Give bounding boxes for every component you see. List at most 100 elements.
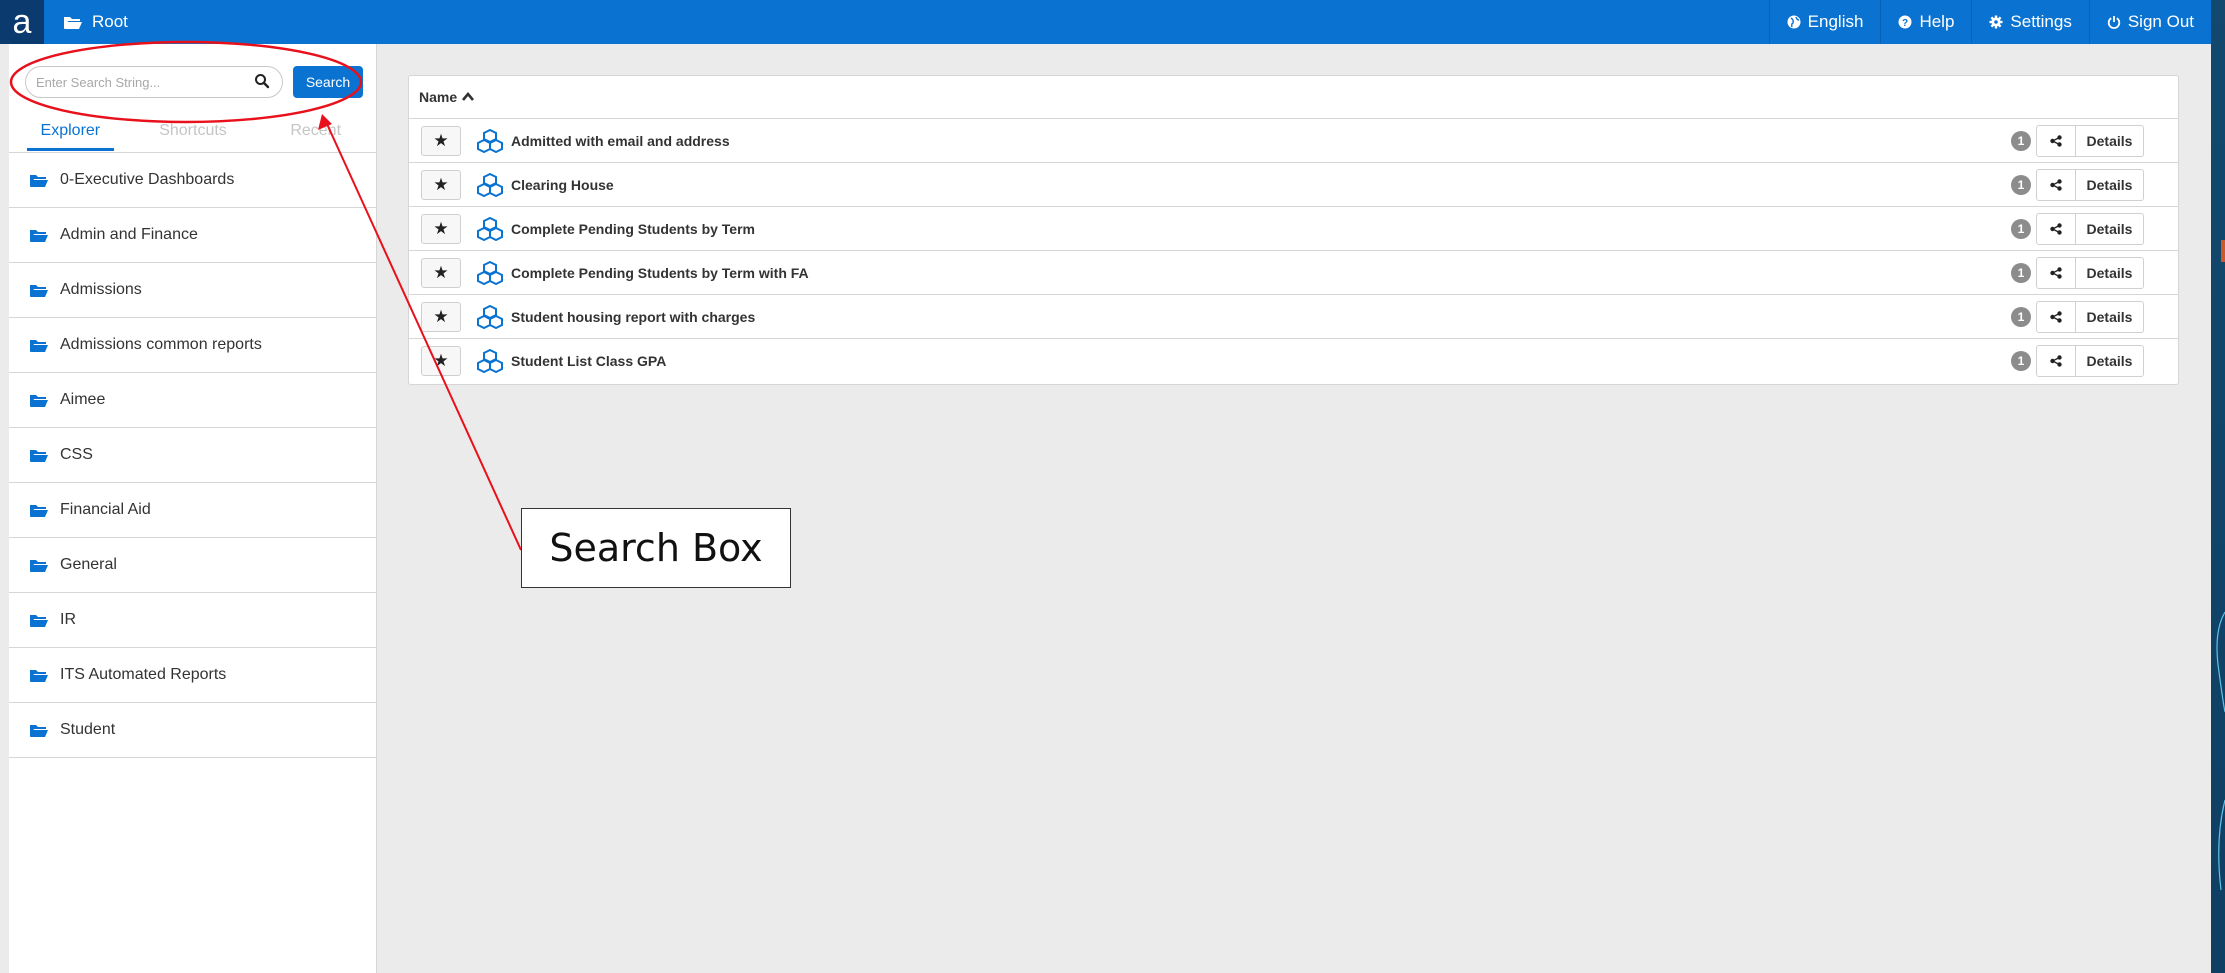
gear-icon [1989,15,2003,29]
folder-item[interactable]: Student [9,703,377,758]
report-name[interactable]: Student housing report with charges [511,309,755,325]
app-logo[interactable]: a [0,0,44,44]
share-icon [2050,267,2062,279]
folder-open-icon [64,17,82,29]
language-label: English [1807,12,1864,31]
folder-open-icon [30,615,48,627]
share-button[interactable] [2036,125,2076,157]
folder-open-icon [30,505,48,517]
tab-explorer-label: Explorer [26,122,115,151]
details-button[interactable]: Details [2076,257,2144,289]
folder-label: Admissions [60,281,142,298]
reports-panel: Name ★ Admitted with email and address 1 De… [408,75,2179,385]
question-icon: ? [1898,15,1912,29]
folder-item[interactable]: ITS Automated Reports [9,648,377,703]
sort-ascending-icon [462,92,475,101]
report-row[interactable]: ★ Admitted with email and address 1 Details [409,119,2178,163]
report-name[interactable]: Student List Class GPA [511,353,666,369]
folder-label: Student [60,721,116,738]
report-row[interactable]: ★ Clearing House 1 Details [409,163,2178,207]
report-row[interactable]: ★ Complete Pending Students by Term with … [409,251,2178,295]
folder-label: Admissions common reports [60,336,262,353]
power-icon [2107,16,2121,29]
folder-label: General [60,556,117,573]
folder-label: ITS Automated Reports [60,666,227,683]
sign-out-label: Sign Out [2127,12,2194,31]
report-actions: 1 Details [2011,301,2144,333]
share-button[interactable] [2036,345,2076,377]
breadcrumb[interactable]: Root [64,12,128,32]
favorite-star-button[interactable]: ★ [421,257,461,288]
version-badge: 1 [2011,263,2031,283]
folder-item[interactable]: 0-Executive Dashboards [9,153,377,208]
folder-item[interactable]: IR [9,593,377,648]
share-button[interactable] [2036,257,2076,289]
details-button[interactable]: Details [2076,125,2144,157]
callout-label: Search Box [549,526,763,570]
version-badge: 1 [2011,307,2031,327]
report-row[interactable]: ★ Complete Pending Students by Term 1 Detai… [409,207,2178,251]
favorite-star-button[interactable]: ★ [421,169,461,200]
report-row[interactable]: ★ Student housing report with charges 1 Det… [409,295,2178,339]
name-column-header[interactable]: Name [409,76,2178,119]
folder-label: Admin and Finance [60,226,198,243]
app-window: a Root English ? Help Settings Sign Out [0,0,2211,973]
report-name[interactable]: Complete Pending Students by Term [511,221,755,237]
tab-shortcuts-label: Shortcuts [159,122,227,139]
favorite-star-button[interactable]: ★ [421,346,461,376]
help-menu[interactable]: ? Help [1880,0,1971,44]
folder-label: CSS [60,446,93,463]
folder-item[interactable]: Admissions common reports [9,318,377,373]
details-button[interactable]: Details [2076,345,2144,377]
star-icon: ★ [433,306,449,326]
star-icon: ★ [433,218,449,238]
share-icon [2050,223,2062,235]
folder-open-icon [30,230,48,242]
report-row[interactable]: ★ Student List Class GPA 1 Details [409,339,2178,383]
breadcrumb-root: Root [92,12,128,31]
folder-item[interactable]: Admissions [9,263,377,318]
folder-open-icon [30,560,48,572]
folder-open-icon [30,395,48,407]
favorite-star-button[interactable]: ★ [421,213,461,244]
report-cubes-icon [477,128,503,153]
favorite-star-button[interactable]: ★ [421,125,461,156]
folder-item[interactable]: Financial Aid [9,483,377,538]
report-actions: 1 Details [2011,257,2144,289]
help-label: Help [1919,12,1955,31]
report-name[interactable]: Clearing House [511,177,614,193]
report-list: ★ Admitted with email and address 1 Details… [409,119,2178,383]
star-icon: ★ [433,130,449,150]
folder-item[interactable]: CSS [9,428,377,483]
top-navbar: a Root English ? Help Settings Sign Out [0,0,2211,44]
favorite-star-button[interactable]: ★ [421,301,461,332]
language-menu[interactable]: English [1768,0,1881,44]
folder-item[interactable]: Admin and Finance [9,208,377,263]
report-cubes-icon [477,172,503,197]
report-name[interactable]: Complete Pending Students by Term with F… [511,265,809,281]
details-button[interactable]: Details [2076,169,2144,201]
report-cubes-icon [477,304,503,329]
sign-out-menu[interactable]: Sign Out [2088,0,2211,44]
share-button[interactable] [2036,213,2076,245]
folder-list: 0-Executive Dashboards Admin and Finance A… [9,152,377,758]
details-button[interactable]: Details [2076,213,2144,245]
share-icon [2050,135,2062,147]
share-button[interactable] [2036,169,2076,201]
version-badge: 1 [2011,219,2031,239]
version-badge: 1 [2011,175,2031,195]
version-badge: 1 [2011,351,2031,371]
report-name[interactable]: Admitted with email and address [511,133,730,149]
report-cubes-icon [477,216,503,241]
folder-open-icon [30,285,48,297]
folder-item[interactable]: General [9,538,377,593]
name-column-label: Name [419,89,458,105]
sidebar: Search Explorer Shortcuts Recent 0-Execu… [9,44,377,973]
folder-label: Aimee [60,391,106,408]
tab-recent-label: Recent [290,122,342,139]
top-nav-menu: English ? Help Settings Sign Out [1768,0,2211,44]
share-button[interactable] [2036,301,2076,333]
settings-menu[interactable]: Settings [1971,0,2088,44]
folder-item[interactable]: Aimee [9,373,377,428]
details-button[interactable]: Details [2076,301,2144,333]
